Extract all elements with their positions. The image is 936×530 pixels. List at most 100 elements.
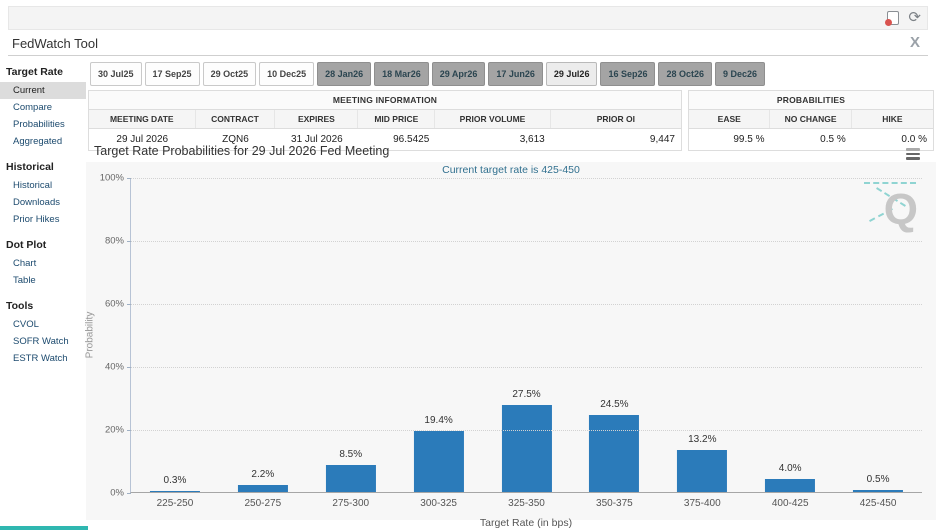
toolbar-icons: ⟳ [887, 10, 921, 25]
tab-10-dec25[interactable]: 10 Dec25 [259, 62, 314, 86]
probabilities-col-ease: EASE [689, 110, 770, 128]
bar-325-350 [501, 405, 551, 492]
toolbar-strip: ⟳ [8, 6, 928, 30]
sidebar-section-tools: Tools [0, 296, 86, 316]
bar-group-275-300: 8.5%275-300 [307, 178, 395, 492]
bar-value-label: 0.5% [867, 474, 890, 485]
meeting-information-col-prior-volume: PRIOR VOLUME [435, 110, 550, 128]
sidebar-item-cvol[interactable]: CVOL [0, 316, 86, 333]
y-tick-20: 20% [105, 425, 124, 436]
x-tick-425-450: 425-450 [860, 498, 897, 509]
x-tick-250-275: 250-275 [244, 498, 281, 509]
bottom-accent-bar [0, 526, 88, 530]
bar-group-375-400: 13.2%375-400 [658, 178, 746, 492]
bar-group-425-450: 0.5%425-450 [834, 178, 922, 492]
sidebar-item-downloads[interactable]: Downloads [0, 194, 86, 211]
bar-group-350-375: 24.5%350-375 [570, 178, 658, 492]
meeting-information-col-expires: EXPIRES [275, 110, 358, 128]
y-tick-100: 100% [100, 173, 124, 184]
gridline-20 [131, 430, 922, 431]
bar-value-label: 13.2% [688, 434, 716, 445]
bar-group-225-250: 0.3%225-250 [131, 178, 219, 492]
meeting-information-header-row: MEETING DATECONTRACTEXPIRESMID PRICEPRIO… [89, 110, 681, 129]
bar-value-label: 27.5% [512, 389, 540, 400]
meeting-information-col-prior-oi: PRIOR OI [551, 110, 681, 128]
bar-value-label: 0.3% [164, 475, 187, 486]
x-tick-375-400: 375-400 [684, 498, 721, 509]
bar-group-325-350: 27.5%325-350 [483, 178, 571, 492]
meeting-information-col-meeting-date: MEETING DATE [89, 110, 196, 128]
gridline-60 [131, 304, 922, 305]
sidebar-item-prior-hikes[interactable]: Prior Hikes [0, 211, 86, 228]
meeting-information-col-mid-price: MID PRICE [358, 110, 435, 128]
sidebar-item-historical[interactable]: Historical [0, 177, 86, 194]
bar-group-250-275: 2.2%250-275 [219, 178, 307, 492]
x-tick-225-250: 225-250 [157, 498, 194, 509]
meeting-information-title: MEETING INFORMATION [89, 91, 681, 110]
export-document-icon[interactable] [887, 11, 899, 25]
bar-value-label: 19.4% [424, 415, 452, 426]
tab-28-jan26[interactable]: 28 Jan26 [317, 62, 371, 86]
bar-400-425 [765, 479, 815, 492]
gridline-80 [131, 241, 922, 242]
x-tick-350-375: 350-375 [596, 498, 633, 509]
bar-value-label: 4.0% [779, 463, 802, 474]
probabilities-header-row: EASENO CHANGEHIKE [689, 110, 933, 129]
sidebar-item-table[interactable]: Table [0, 272, 86, 289]
x-tick-275-300: 275-300 [332, 498, 369, 509]
bar-225-250 [150, 491, 200, 492]
bar-value-label: 24.5% [600, 399, 628, 410]
x-axis-label: Target Rate (in bps) [130, 517, 922, 529]
bar-275-300 [326, 465, 376, 492]
sidebar-item-chart[interactable]: Chart [0, 255, 86, 272]
tab-29-apr26[interactable]: 29 Apr26 [432, 62, 486, 86]
sidebar-section-target-rate: Target Rate [0, 62, 86, 82]
bar-350-375 [589, 415, 639, 492]
sidebar-item-current[interactable]: Current [0, 82, 86, 99]
probabilities-col-no-change: NO CHANGE [770, 110, 851, 128]
sidebar-item-sofr-watch[interactable]: SOFR Watch [0, 333, 86, 350]
tab-17-jun26[interactable]: 17 Jun26 [488, 62, 543, 86]
y-axis-label: Probability [85, 312, 96, 359]
gridline-100 [131, 178, 922, 179]
page-title: FedWatch Tool [12, 36, 98, 51]
x-tick-325-350: 325-350 [508, 498, 545, 509]
sidebar-item-compare[interactable]: Compare [0, 99, 86, 116]
bar-300-325 [414, 431, 464, 492]
meeting-date-tabs: 30 Jul2517 Sep2529 Oct2510 Dec2528 Jan26… [90, 62, 765, 86]
tab-9-dec26[interactable]: 9 Dec26 [715, 62, 765, 86]
tab-29-jul26[interactable]: 29 Jul26 [546, 62, 598, 86]
refresh-icon[interactable]: ⟳ [908, 10, 921, 25]
chart-title: Target Rate Probabilities for 29 Jul 202… [94, 144, 389, 158]
plot-area: Probability 0.3%225-2502.2%250-2758.5%27… [130, 178, 922, 493]
bar-columns: 0.3%225-2502.2%250-2758.5%275-30019.4%30… [131, 178, 922, 492]
bar-group-400-425: 4.0%400-425 [746, 178, 834, 492]
tab-16-sep26[interactable]: 16 Sep26 [600, 62, 655, 86]
sidebar-item-estr-watch[interactable]: ESTR Watch [0, 350, 86, 367]
bar-value-label: 8.5% [339, 449, 362, 460]
x-tick-400-425: 400-425 [772, 498, 809, 509]
bar-value-label: 2.2% [251, 469, 274, 480]
y-tick-40: 40% [105, 362, 124, 373]
meeting-information-col-contract: CONTRACT [196, 110, 276, 128]
bar-375-400 [677, 450, 727, 492]
gridline-40 [131, 367, 922, 368]
x-tick-300-325: 300-325 [420, 498, 457, 509]
probabilities-title: PROBABILITIES [689, 91, 933, 110]
tab-28-oct26[interactable]: 28 Oct26 [658, 62, 712, 86]
y-tick-0: 0% [110, 488, 124, 499]
sidebar-item-probabilities[interactable]: Probabilities [0, 116, 86, 133]
y-tick-80: 80% [105, 236, 124, 247]
tab-18-mar26[interactable]: 18 Mar26 [374, 62, 429, 86]
close-icon[interactable]: X [910, 34, 920, 51]
chart-subtitle: Current target rate is 425-450 [86, 164, 936, 176]
sidebar-item-aggregated[interactable]: Aggregated [0, 133, 86, 150]
tab-30-jul25[interactable]: 30 Jul25 [90, 62, 142, 86]
fedwatch-tool-window: ⟳ FedWatch Tool X Target RateCurrentComp… [0, 0, 936, 530]
probabilities-col-hike: HIKE [852, 110, 933, 128]
hamburger-menu-icon[interactable] [904, 147, 922, 161]
sidebar-section-historical: Historical [0, 157, 86, 177]
tab-17-sep25[interactable]: 17 Sep25 [145, 62, 200, 86]
tab-29-oct25[interactable]: 29 Oct25 [203, 62, 257, 86]
bar-250-275 [238, 485, 288, 492]
